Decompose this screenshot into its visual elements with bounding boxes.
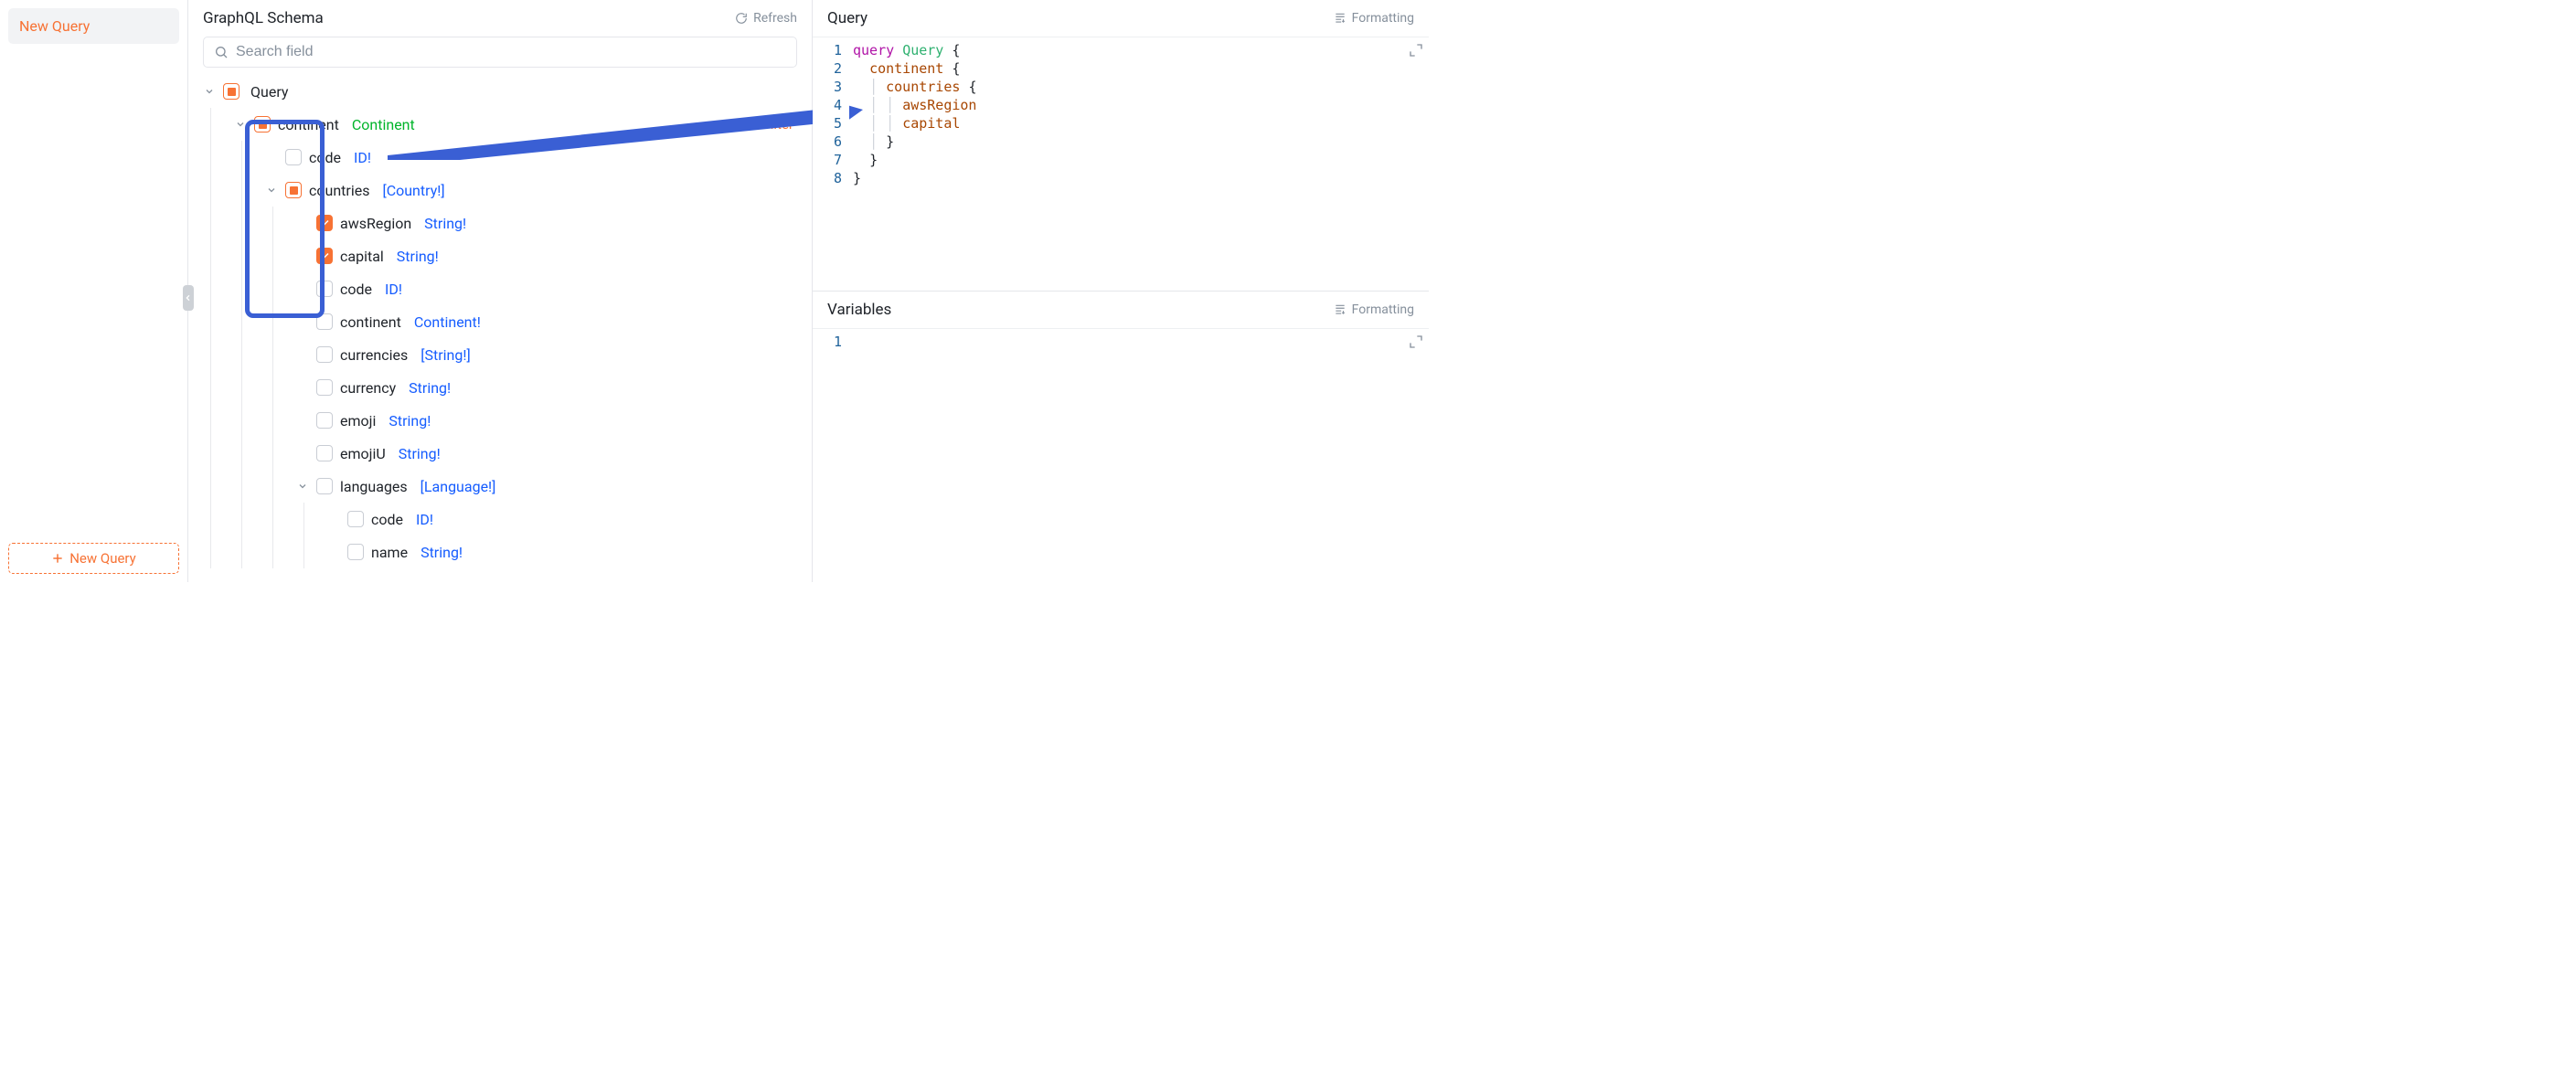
field-name: awsRegion	[340, 215, 411, 232]
expand-icon[interactable]	[1409, 334, 1423, 353]
checkbox-half[interactable]	[254, 116, 271, 133]
variables-panel-title: Variables	[827, 301, 891, 319]
checkbox[interactable]	[316, 281, 333, 297]
tree-row-awsregion[interactable]: awsRegion String!	[203, 207, 797, 239]
tree-row-query[interactable]: Query	[203, 75, 797, 108]
checkbox[interactable]	[316, 313, 333, 330]
refresh-icon	[735, 12, 748, 25]
refresh-button[interactable]: Refresh	[735, 11, 797, 26]
checkbox[interactable]	[316, 379, 333, 396]
chevron-down-icon[interactable]	[234, 118, 247, 131]
query-panel: Query Formatting 1 2 3 4 5 6 7 8 query Q…	[813, 0, 1429, 292]
tree-row-countries[interactable]: countries [Country!]	[203, 174, 797, 207]
field-type: [String!]	[420, 346, 470, 364]
checkbox-half[interactable]	[223, 83, 240, 100]
tree-row-currencies[interactable]: currencies [String!]	[203, 338, 797, 371]
checkbox[interactable]	[316, 412, 333, 429]
field-type: String!	[397, 248, 439, 265]
tree-row-emoji[interactable]: emoji String!	[203, 404, 797, 437]
tree-row-l-name[interactable]: name String!	[203, 536, 797, 568]
chevron-down-icon[interactable]	[296, 480, 309, 493]
field-name: countries	[309, 182, 369, 199]
field-name: currency	[340, 379, 396, 397]
filter-link[interactable]: Filter	[762, 116, 797, 133]
field-type: ID!	[416, 511, 433, 528]
checkbox-checked[interactable]	[316, 248, 333, 264]
field-type: String!	[409, 379, 451, 397]
tree-row-code[interactable]: code ID!	[203, 141, 797, 174]
line-gutter: 1	[813, 329, 849, 582]
format-icon	[1334, 12, 1347, 25]
sidebar: New Query New Query	[0, 0, 188, 582]
schema-panel: GraphQL Schema Refresh Query continent	[188, 0, 813, 582]
variables-code[interactable]	[849, 329, 1429, 582]
field-type: String!	[399, 445, 441, 462]
new-query-button[interactable]: New Query	[8, 543, 179, 574]
chevron-down-icon[interactable]	[265, 184, 278, 196]
field-name: languages	[340, 478, 408, 495]
field-name: emoji	[340, 412, 376, 429]
formatting-label: Formatting	[1352, 11, 1414, 26]
field-type: ID!	[385, 281, 402, 298]
tree-row-c-continent[interactable]: continent Continent!	[203, 305, 797, 338]
field-name: emojiU	[340, 445, 386, 462]
query-panel-title: Query	[827, 9, 868, 27]
field-type: String!	[424, 215, 466, 232]
field-name: code	[340, 281, 372, 298]
tree-row-c-code[interactable]: code ID!	[203, 272, 797, 305]
expand-icon[interactable]	[1409, 43, 1423, 61]
tree-row-capital[interactable]: capital String!	[203, 239, 797, 272]
checkbox[interactable]	[347, 544, 364, 560]
field-name: currencies	[340, 346, 408, 364]
search-icon	[214, 45, 229, 59]
field-name: Query	[250, 83, 288, 101]
schema-tree: Query continent Continent Filter code ID…	[203, 75, 797, 568]
search-input[interactable]	[236, 44, 786, 60]
variables-panel: Variables Formatting 1	[813, 292, 1429, 582]
format-icon	[1334, 303, 1347, 316]
field-name: continent	[340, 313, 401, 331]
tree-row-emojiu[interactable]: emojiU String!	[203, 437, 797, 470]
search-field-wrap[interactable]	[203, 37, 797, 68]
formatting-label: Formatting	[1352, 302, 1414, 317]
query-editor[interactable]: 1 2 3 4 5 6 7 8 query Query { continent …	[813, 37, 1429, 291]
refresh-label: Refresh	[753, 11, 797, 26]
tree-row-languages[interactable]: languages [Language!]	[203, 470, 797, 503]
formatting-button[interactable]: Formatting	[1334, 302, 1414, 317]
field-name: code	[371, 511, 403, 528]
checkbox-checked[interactable]	[316, 215, 333, 231]
field-type: [Country!]	[382, 182, 444, 199]
formatting-button[interactable]: Formatting	[1334, 11, 1414, 26]
chevron-down-icon[interactable]	[203, 85, 216, 98]
checkbox[interactable]	[316, 478, 333, 494]
checkbox-half[interactable]	[285, 182, 302, 198]
checkbox[interactable]	[316, 346, 333, 363]
field-type: String!	[389, 412, 431, 429]
field-type: ID!	[354, 149, 371, 166]
field-name: code	[309, 149, 341, 166]
new-query-button-label: New Query	[69, 550, 136, 567]
checkbox[interactable]	[316, 445, 333, 461]
right-stack: Query Formatting 1 2 3 4 5 6 7 8 query Q…	[813, 0, 1429, 582]
checkbox[interactable]	[347, 511, 364, 527]
field-type: Continent!	[414, 313, 481, 331]
tree-row-l-code[interactable]: code ID!	[203, 503, 797, 536]
field-type: String!	[420, 544, 463, 561]
checkbox[interactable]	[285, 149, 302, 165]
tree-row-currency[interactable]: currency String!	[203, 371, 797, 404]
field-name: name	[371, 544, 408, 561]
variables-editor[interactable]: 1	[813, 328, 1429, 582]
field-name: capital	[340, 248, 384, 265]
field-name: continent	[278, 116, 339, 133]
tree-row-continent[interactable]: continent Continent Filter	[203, 108, 797, 141]
plus-icon	[51, 552, 64, 565]
line-gutter: 1 2 3 4 5 6 7 8	[813, 37, 849, 291]
field-type: Continent	[352, 116, 415, 133]
query-code[interactable]: query Query { continent { │ countries { …	[849, 37, 1429, 291]
field-type: [Language!]	[420, 478, 496, 495]
query-tab-active[interactable]: New Query	[8, 8, 179, 44]
schema-panel-title: GraphQL Schema	[203, 9, 324, 27]
